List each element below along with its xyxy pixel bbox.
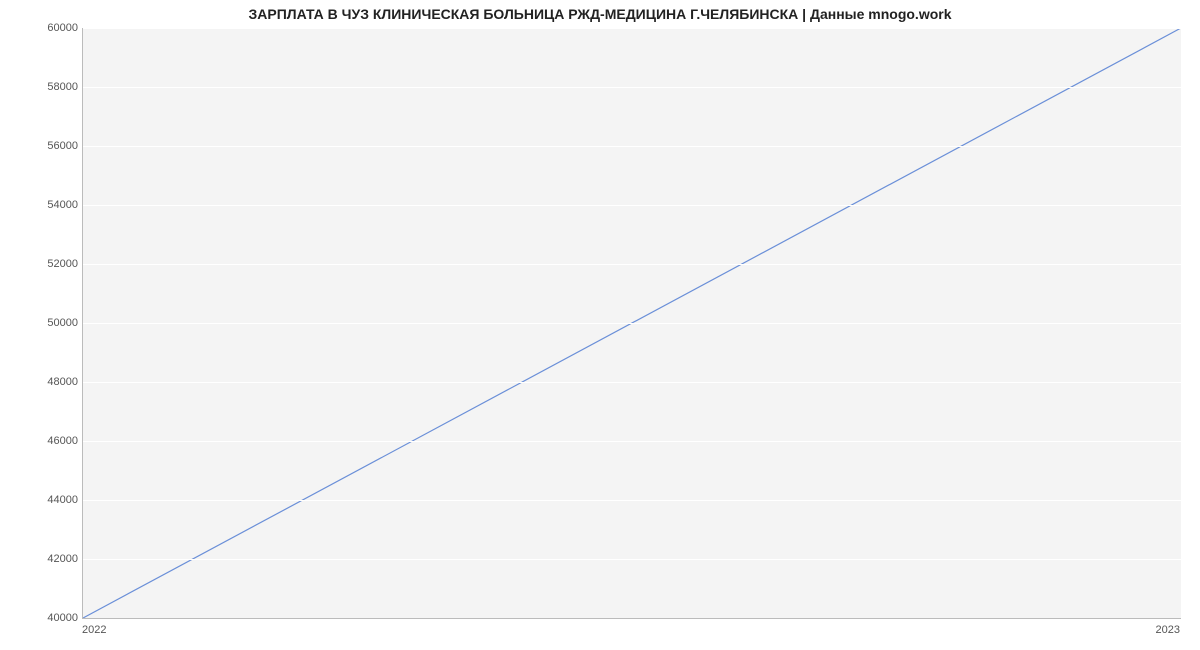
y-tick-label: 46000 [28,435,78,447]
y-tick-label: 44000 [28,494,78,506]
y-tick-mark [82,28,83,29]
y-tick-mark [82,382,83,383]
grid-line [83,87,1181,88]
y-tick-mark [82,87,83,88]
y-tick-label: 42000 [28,553,78,565]
x-tick-mark [83,618,84,619]
grid-line [83,500,1181,501]
y-tick-mark [82,500,83,501]
y-tick-mark [82,618,83,619]
y-tick-label: 50000 [28,317,78,329]
y-tick-mark [82,441,83,442]
y-tick-mark [82,146,83,147]
x-tick-label: 2022 [82,624,106,636]
x-tick-label: 2023 [1156,624,1180,636]
grid-line [83,382,1181,383]
y-tick-label: 56000 [28,140,78,152]
grid-line [83,146,1181,147]
chart-title: ЗАРПЛАТА В ЧУЗ КЛИНИЧЕСКАЯ БОЛЬНИЦА РЖД-… [0,6,1200,22]
chart-container: ЗАРПЛАТА В ЧУЗ КЛИНИЧЕСКАЯ БОЛЬНИЦА РЖД-… [0,0,1200,650]
y-tick-mark [82,559,83,560]
y-tick-label: 48000 [28,376,78,388]
grid-line [83,559,1181,560]
grid-line [83,205,1181,206]
y-tick-mark [82,205,83,206]
grid-line [83,28,1181,29]
y-tick-label: 52000 [28,258,78,270]
y-tick-mark [82,323,83,324]
y-tick-mark [82,264,83,265]
y-tick-label: 60000 [28,22,78,34]
grid-line [83,323,1181,324]
plot-area [82,28,1181,619]
y-tick-label: 58000 [28,81,78,93]
y-tick-label: 54000 [28,199,78,211]
grid-line [83,441,1181,442]
y-tick-label: 40000 [28,612,78,624]
grid-line [83,264,1181,265]
